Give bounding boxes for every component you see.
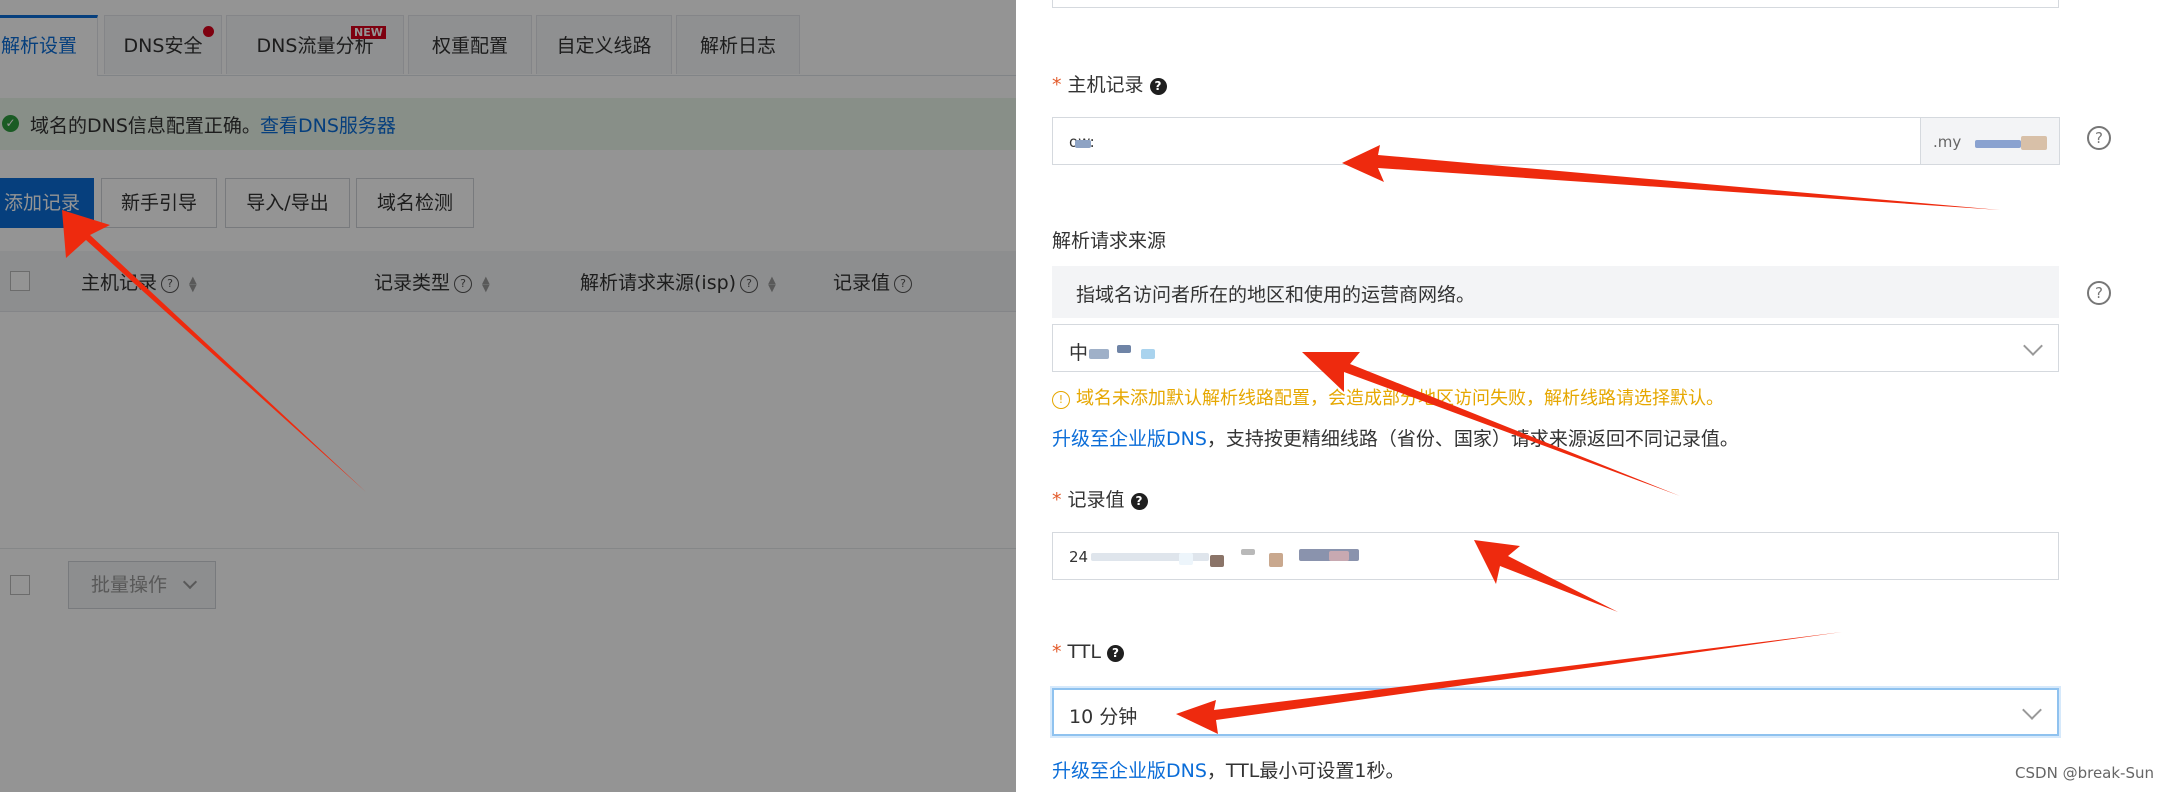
source-select[interactable]: 中	[1052, 324, 2059, 372]
source-upgrade-hint: 升级至企业版DNS，支持按更精细线路（省份、国家）请求来源返回不同记录值。	[1052, 424, 1739, 451]
chevron-down-icon	[2023, 336, 2043, 356]
ttl-select[interactable]: 10 分钟	[1052, 688, 2059, 736]
redaction	[2021, 136, 2047, 150]
host-record-label: * 主机记录?	[1052, 70, 1167, 97]
redaction	[1241, 549, 1255, 555]
label-text: 记录值	[1067, 489, 1125, 511]
domain-suffix: .my	[1920, 117, 2060, 165]
help-icon[interactable]: ?	[1130, 493, 1148, 510]
record-value-label: * 记录值?	[1052, 485, 1148, 512]
required-mark: *	[1052, 74, 1062, 96]
source-label: 解析请求来源	[1052, 230, 1167, 252]
label-text: TTL	[1067, 641, 1101, 663]
label-text: 主机记录	[1067, 74, 1144, 96]
required-mark: *	[1052, 489, 1062, 511]
record-value-input[interactable]: 24	[1052, 532, 2059, 580]
redaction	[1141, 349, 1155, 359]
redaction	[1179, 553, 1193, 565]
help-circle-icon[interactable]: ?	[2087, 281, 2111, 305]
csdn-watermark: CSDN @break-Sun	[2015, 764, 2154, 782]
source-warning: ! 域名未添加默认解析线路配置，会造成部分地区访问失败，解析线路请选择默认。	[1052, 384, 1724, 410]
redaction	[1269, 553, 1283, 567]
redaction	[1089, 349, 1109, 359]
add-record-drawer: *主机记录? ow: .my ? 解析请求来源 指域名访问者所在的地区和使用的运…	[1016, 0, 2164, 792]
warning-text: 域名未添加默认解析线路配置，会造成部分地区访问失败，解析线路请选择默认。	[1076, 388, 1724, 409]
chevron-down-icon	[2022, 700, 2042, 720]
upgrade-link[interactable]: 升级至企业版DNS	[1052, 760, 1207, 782]
record-type-field[interactable]	[1052, 0, 2059, 8]
selected-value: 中	[1069, 342, 1089, 364]
modal-overlay[interactable]	[0, 0, 1016, 792]
upgrade-link[interactable]: 升级至企业版DNS	[1052, 428, 1207, 450]
redaction	[1117, 345, 1131, 353]
redaction	[1210, 555, 1224, 567]
upgrade-text: ，支持按更精细线路（省份、国家）请求来源返回不同记录值。	[1206, 428, 1739, 450]
warning-icon: !	[1052, 391, 1070, 409]
host-record-input[interactable]: ow:	[1052, 117, 1921, 165]
source-description: 指域名访问者所在的地区和使用的运营商网络。	[1052, 266, 2059, 318]
help-icon[interactable]: ?	[1106, 645, 1124, 662]
redaction	[1075, 140, 1091, 148]
required-mark: *	[1052, 641, 1062, 663]
selected-value: 10 分钟	[1069, 706, 1138, 728]
ttl-label: * TTL?	[1052, 641, 1124, 663]
background-page: 解析设置 DNS安全 DNS流量分析 NEW 权重配置 自定义线路 解析日志 ✓ …	[0, 0, 1016, 792]
upgrade-text: ，TTL最小可设置1秒。	[1206, 760, 1405, 782]
redaction	[1329, 551, 1349, 561]
redaction	[1975, 140, 2021, 148]
help-circle-icon[interactable]: ?	[2087, 126, 2111, 150]
record-value-text: 24	[1069, 548, 1089, 566]
help-icon[interactable]: ?	[1149, 78, 1167, 95]
description-text: 指域名访问者所在的地区和使用的运营商网络。	[1076, 284, 1476, 306]
suffix-text: .my	[1933, 133, 1962, 151]
ttl-upgrade-hint: 升级至企业版DNS，TTL最小可设置1秒。	[1052, 756, 1404, 783]
